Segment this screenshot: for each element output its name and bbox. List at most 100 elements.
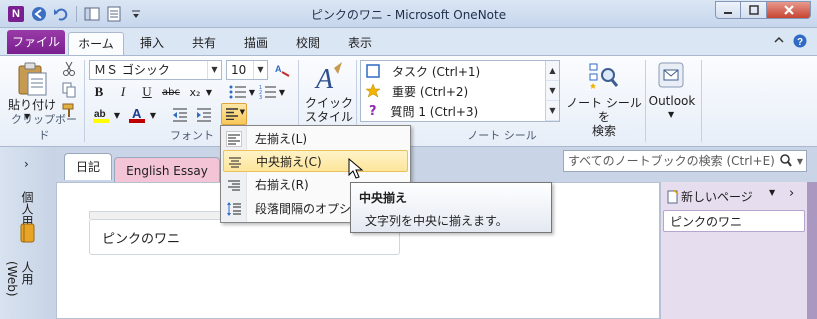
scroll-up-icon[interactable]: ▲ xyxy=(546,61,559,81)
bullets-icon[interactable] xyxy=(228,83,248,101)
chevron-down-icon[interactable]: ▼ xyxy=(769,188,775,197)
maximize-button[interactable] xyxy=(741,1,767,19)
chevron-down-icon[interactable]: ▼ xyxy=(278,85,286,99)
paragraph-spacing-icon xyxy=(226,201,242,217)
collapse-page-pane-icon[interactable]: › xyxy=(789,186,794,201)
tab-home[interactable]: ホーム xyxy=(68,32,124,55)
tag-item-label: 重要 (Ctrl+2) xyxy=(392,84,469,99)
font-name-value: ＭＳ ゴシック xyxy=(94,63,170,77)
group-divider xyxy=(84,60,85,142)
new-page-button[interactable]: 新しいページ xyxy=(667,188,753,205)
svg-text:A: A xyxy=(314,64,334,94)
svg-text:A: A xyxy=(132,106,142,121)
copy-icon[interactable] xyxy=(60,81,78,99)
increase-indent-icon[interactable] xyxy=(194,105,214,125)
notebook-personal[interactable]: 個人用 xyxy=(20,191,36,227)
scroll-down-icon[interactable]: ▼ xyxy=(546,81,559,101)
page-list-pane: 新しいページ ▼ › ピンクのワニ xyxy=(660,182,807,319)
notebook-book-icon[interactable] xyxy=(20,223,36,246)
expand-notebooks-icon[interactable]: › xyxy=(24,157,29,171)
align-center-icon xyxy=(227,154,243,170)
numbering-icon[interactable]: 123 xyxy=(258,83,278,101)
tags-gallery[interactable]: タスク (Ctrl+1) 重要 (Ctrl+2) ? 質問 1 (Ctrl+3)… xyxy=(360,60,560,122)
tag-item-question[interactable]: ? 質問 1 (Ctrl+3) xyxy=(361,101,545,121)
quick-styles-icon[interactable]: A xyxy=(306,60,352,96)
chevron-down-icon[interactable]: ▼ xyxy=(248,85,256,99)
font-size-value: 10 xyxy=(231,63,247,77)
bold-button[interactable]: B xyxy=(90,83,108,101)
menu-item-align-left[interactable]: 左揃え(L) xyxy=(223,128,408,150)
clear-formatting-icon[interactable]: A xyxy=(273,60,291,80)
tab-insert[interactable]: 挿入 xyxy=(130,32,174,55)
notebook-web[interactable]: 人用 (Web) xyxy=(5,261,36,319)
find-tags-icon[interactable] xyxy=(586,60,620,92)
quick-styles-label-2: スタイル xyxy=(304,110,353,124)
chevron-down-icon: ▼ xyxy=(253,61,267,79)
paste-icon[interactable] xyxy=(8,60,54,100)
clipboard-group-label: クリップボード xyxy=(11,113,77,142)
section-tab-english-essay[interactable]: English Essay xyxy=(114,157,220,182)
collapse-ribbon-icon[interactable] xyxy=(773,34,785,51)
strikethrough-button[interactable]: abc xyxy=(160,83,182,101)
page-pane-scrollbar[interactable] xyxy=(807,182,817,319)
group-divider xyxy=(701,60,702,142)
mouse-cursor-icon xyxy=(348,157,364,183)
font-size-dropdown[interactable]: 10 ▼ xyxy=(226,60,268,80)
title-bar: N ピンクのワニ - Microsoft OneNote xyxy=(0,0,817,28)
subscript-button[interactable]: x₂ xyxy=(186,83,204,101)
tag-item-label: タスク (Ctrl+1) xyxy=(392,64,481,79)
page-list-item[interactable]: ピンクのワニ xyxy=(663,210,805,232)
tab-draw[interactable]: 描画 xyxy=(234,32,278,55)
close-button[interactable] xyxy=(767,1,811,19)
quick-styles-label-1: クイック xyxy=(304,96,353,110)
help-icon[interactable]: ? xyxy=(793,34,807,51)
window-controls xyxy=(715,1,811,19)
cut-icon[interactable] xyxy=(60,60,78,78)
quick-styles-button[interactable]: クイック スタイル xyxy=(300,96,358,124)
menu-item-label: 左揃え(L) xyxy=(255,132,308,146)
tooltip-title: 中央揃え xyxy=(359,191,408,205)
question-mark-icon: ? xyxy=(369,103,377,119)
chevron-down-icon: ▼ xyxy=(239,108,245,116)
gallery-more-icon[interactable]: ▼ xyxy=(546,101,559,121)
svg-text:A: A xyxy=(275,64,282,74)
search-icon[interactable] xyxy=(780,154,792,174)
search-input[interactable]: すべてのノートブックの検索 (Ctrl+E) ▼ xyxy=(563,150,807,172)
window-title: ピンクのワニ - Microsoft OneNote xyxy=(310,8,507,22)
tab-file[interactable]: ファイル xyxy=(7,30,65,54)
find-tags-label-1: ノート シールを xyxy=(566,96,642,124)
tab-share[interactable]: 共有 xyxy=(182,32,226,55)
font-color-icon[interactable]: A xyxy=(126,105,148,125)
chevron-down-icon: ▼ xyxy=(207,61,221,79)
page-title[interactable]: ピンクのワニ xyxy=(102,228,180,247)
section-tab-diary[interactable]: 日記 xyxy=(64,153,112,180)
decrease-indent-icon[interactable] xyxy=(170,105,190,125)
chevron-down-icon[interactable]: ▼ xyxy=(205,85,213,99)
highlight-icon[interactable]: ab xyxy=(90,105,112,125)
chevron-down-icon[interactable]: ▼ xyxy=(113,108,121,122)
outlook-icon[interactable] xyxy=(656,60,686,90)
tooltip: 中央揃え 文字列を中央に揃えます。 xyxy=(350,182,552,233)
gallery-scrollbar[interactable]: ▲ ▼ ▼ xyxy=(545,61,559,121)
tab-view[interactable]: 表示 xyxy=(338,32,382,55)
minimize-button[interactable] xyxy=(715,1,741,19)
menu-item-label: 右揃え(R) xyxy=(255,178,309,192)
italic-button[interactable]: I xyxy=(114,83,132,101)
new-page-label: 新しいページ xyxy=(681,190,753,204)
notebook-pane: › 個人用 人用 (Web) xyxy=(0,147,56,319)
chevron-down-icon[interactable]: ▼ xyxy=(668,110,674,119)
outlook-button[interactable]: Outlook xyxy=(646,94,698,108)
tag-item-important[interactable]: 重要 (Ctrl+2) xyxy=(361,81,545,101)
tag-item-label: 質問 1 (Ctrl+3) xyxy=(390,104,479,119)
font-name-dropdown[interactable]: ＭＳ ゴシック ▼ xyxy=(89,60,222,80)
chevron-down-icon[interactable]: ▼ xyxy=(797,152,803,172)
svg-text:3: 3 xyxy=(259,95,262,99)
menu-item-align-center[interactable]: 中央揃え(C) xyxy=(223,150,408,172)
align-left-icon xyxy=(226,131,242,147)
underline-button[interactable]: U xyxy=(138,83,156,101)
ribbon-tab-bar: ファイル ホーム 挿入 共有 描画 校閲 表示 ? xyxy=(0,28,817,55)
tab-review[interactable]: 校閲 xyxy=(286,32,330,55)
chevron-down-icon[interactable]: ▼ xyxy=(149,108,157,122)
paragraph-alignment-button[interactable]: ▼ xyxy=(221,103,247,125)
tag-item-task[interactable]: タスク (Ctrl+1) xyxy=(361,61,545,81)
